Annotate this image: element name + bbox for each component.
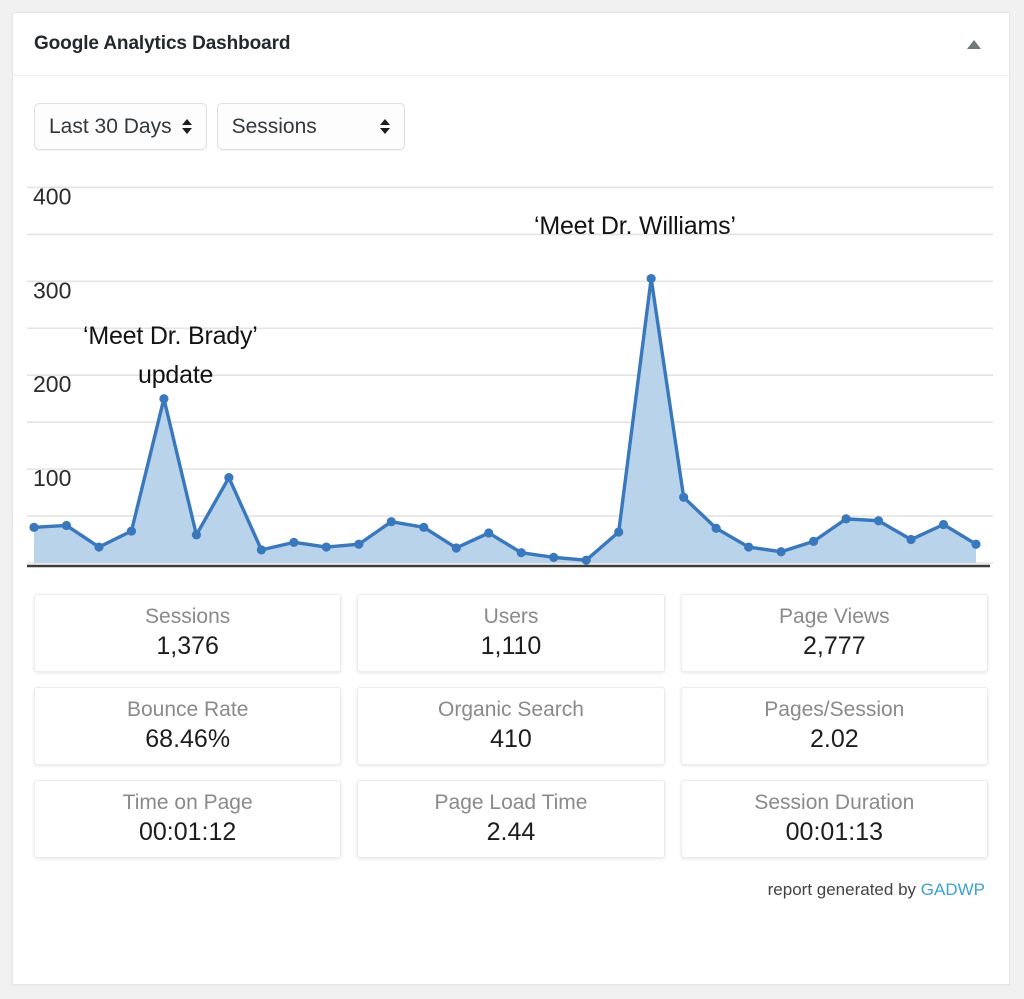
metric-card: Session Duration 00:01:13 [680, 780, 988, 858]
metric-card-value: 2.02 [809, 725, 859, 753]
chart-data-point[interactable] [614, 527, 624, 537]
page-title: Google Analytics Dashboard [34, 33, 291, 54]
chart-data-point[interactable] [549, 552, 559, 562]
caret-down-small-icon [379, 128, 390, 134]
chart-data-point[interactable] [711, 523, 721, 533]
chart-data-point[interactable] [289, 537, 299, 547]
chart-data-point[interactable] [873, 516, 884, 526]
chart-data-point[interactable] [29, 522, 39, 532]
chart-data-point[interactable] [776, 547, 786, 557]
gadwp-dashboard-panel: Google Analytics Dashboard Last 30 Days … [12, 12, 1010, 985]
caret-up-icon [967, 39, 981, 49]
chart-data-point[interactable] [61, 520, 72, 531]
metric-card: Sessions 1,376 [34, 594, 342, 672]
metric-select[interactable]: Sessions [216, 103, 405, 150]
collapse-panel-button[interactable] [959, 29, 989, 59]
chart-controls: Last 30 Days Sessions [13, 76, 1009, 150]
metric-card-label: Organic Search [438, 698, 584, 721]
metric-card-label: Sessions [145, 605, 231, 628]
chart-data-point[interactable] [516, 548, 526, 558]
metric-card-value: 1,376 [156, 632, 219, 660]
chart-data-point[interactable] [321, 542, 331, 552]
metric-card-value: 2.44 [486, 818, 536, 846]
chart-data-point[interactable] [906, 534, 916, 545]
screenshot-root: Google Analytics Dashboard Last 30 Days … [0, 0, 1024, 999]
date-range-selected-label: Last 30 Days [49, 114, 172, 138]
metric-selected-label: Sessions [231, 114, 317, 138]
footer-text: report generated by [767, 880, 917, 899]
chart-data-point[interactable] [808, 536, 819, 547]
metrics-card-grid: Sessions 1,376 Users 1,110 Page Views 2,777 Bo… [13, 580, 1009, 858]
sessions-area-chart[interactable]: 100 200 300 400 ‘Meet Dr. Brady’ update ‘Me… [13, 150, 1011, 580]
chart-data-point[interactable] [419, 522, 429, 532]
date-range-select[interactable]: Last 30 Days [34, 103, 207, 150]
chart-data-point[interactable] [159, 394, 169, 404]
chart-data-point[interactable] [744, 542, 754, 552]
metric-card-label: Page Load Time [434, 791, 588, 814]
chart-data-point[interactable] [126, 526, 137, 536]
metric-card-value: 00:01:13 [785, 818, 883, 846]
metric-card-value: 1,110 [480, 632, 542, 660]
chart-y-tick-label: 400 [33, 183, 71, 209]
metric-card: Pages/Session 2.02 [680, 687, 988, 765]
metric-card: Time on Page 00:01:12 [34, 780, 342, 858]
panel-body: Last 30 Days Sessions 100 200 300 400 ‘M… [13, 76, 1009, 900]
metric-card-label: Time on Page [122, 791, 253, 814]
metric-card-value: 68.46% [145, 725, 231, 753]
metric-card-label: Session Duration [754, 791, 915, 814]
metric-card-label: Page Views [779, 605, 890, 628]
select-updown-icon [379, 119, 390, 134]
caret-up-small-icon [379, 119, 390, 125]
metric-card-label: Users [483, 605, 539, 628]
chart-data-point[interactable] [484, 528, 494, 538]
gadwp-link[interactable]: GADWP [921, 880, 985, 899]
metric-card: Users 1,110 [357, 594, 665, 672]
metric-card-value: 00:01:12 [139, 818, 237, 846]
chart-data-point[interactable] [191, 530, 202, 540]
chart-data-point[interactable] [224, 472, 234, 483]
annotation-williams-line1: ‘Meet Dr. Williams’ [534, 212, 736, 240]
chart-data-point[interactable] [451, 543, 461, 553]
metric-card-value: 410 [490, 725, 532, 753]
chart-y-tick-label: 100 [33, 465, 71, 491]
chart-data-point[interactable] [256, 545, 266, 555]
report-footer: report generated by GADWP [13, 858, 1009, 900]
caret-down-small-icon [181, 128, 192, 134]
chart-data-point[interactable] [938, 519, 949, 530]
annotation-brady-line1: ‘Meet Dr. Brady’ [83, 322, 258, 350]
chart-data-point[interactable] [971, 539, 981, 549]
metric-card-label: Bounce Rate [126, 698, 249, 721]
metric-card: Organic Search 410 [357, 687, 665, 765]
metric-card: Bounce Rate 68.46% [34, 687, 342, 765]
chart-data-point[interactable] [841, 514, 851, 524]
metric-card: Page Load Time 2.44 [357, 780, 665, 858]
metrics-card-row: Time on Page 00:01:12 Page Load Time 2.44 Se… [34, 780, 988, 858]
metric-card-value: 2,777 [803, 632, 866, 660]
chart-y-tick-label: 300 [33, 277, 71, 303]
chart-data-point[interactable] [94, 542, 104, 552]
chart-data-point[interactable] [646, 273, 656, 284]
chart-data-point[interactable] [386, 517, 396, 527]
chart-data-point[interactable] [581, 555, 591, 565]
annotation-brady-line2: update [138, 361, 214, 389]
chart-data-point[interactable] [354, 539, 364, 549]
metrics-card-row: Sessions 1,376 Users 1,110 Page Views 2,777 [34, 594, 988, 672]
metrics-card-row: Bounce Rate 68.46% Organic Search 410 Pages/… [34, 687, 988, 765]
chart-y-tick-label: 200 [33, 371, 71, 397]
chart-data-point[interactable] [679, 492, 689, 502]
panel-header: Google Analytics Dashboard [13, 13, 1009, 76]
metric-card: Page Views 2,777 [680, 594, 988, 672]
select-updown-icon [181, 119, 192, 134]
metric-card-label: Pages/Session [764, 698, 905, 721]
caret-up-small-icon [181, 119, 192, 125]
